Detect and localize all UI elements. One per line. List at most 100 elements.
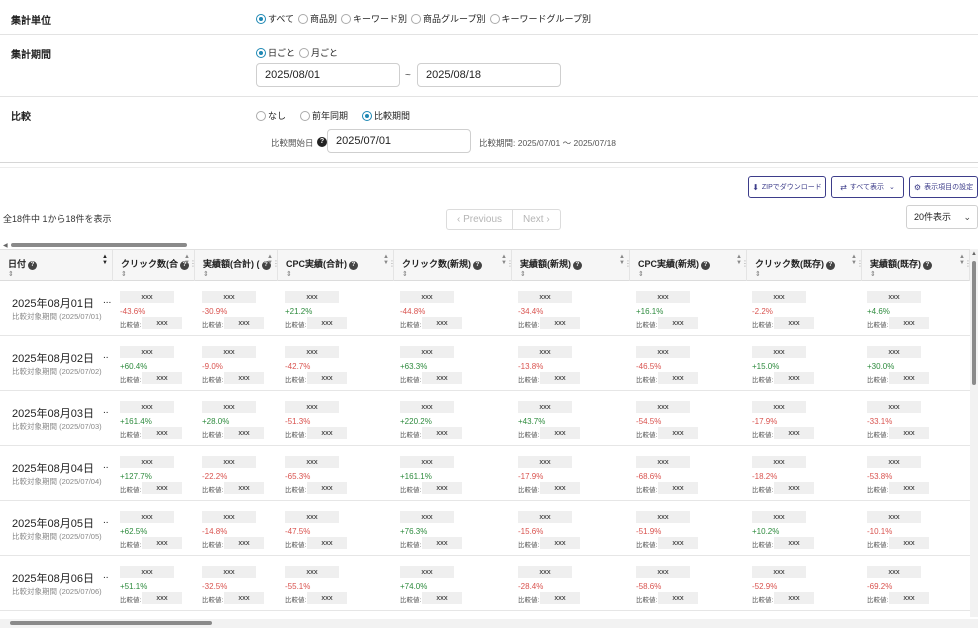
metric-cell: xxx -9.0% 比較値: xxx [202,336,275,391]
row-more[interactable]: .. [103,570,109,581]
column-header[interactable]: CPC実績(新規)? ⇕ ▲ ▼ ⋮ [630,250,749,281]
table-row: 2025年08月02日.. 比較対象期間 (2025/07/02) xxx +60.4… [0,336,970,391]
compare-value: xxx [889,592,929,604]
record-count: 全18件中 1から18件を表示 [3,214,112,224]
row-more[interactable]: .. [103,350,109,361]
change-percent: -47.5% [285,527,311,536]
column-header-label: クリック数(既存)? [755,257,835,270]
metric-cell: xxx -17.9% 比較値: xxx [752,391,857,446]
filter-icon[interactable]: ⇕ [638,270,644,278]
metric-cell: xxx -69.2% 比較値: xxx [867,556,965,611]
compare-radio-custom[interactable]: 比較期間 [362,109,410,122]
row-more[interactable]: .. [103,515,109,526]
zip-download-button[interactable]: ⬇ ZIPでダウンロード [748,176,826,198]
change-percent: -53.8% [867,472,893,481]
compare-value: xxx [658,482,698,494]
change-percent: +220.2% [400,417,432,426]
compare-label: 比較値: [202,377,224,384]
scrollbar-thumb[interactable] [972,261,976,385]
compare-radio-none[interactable]: なし [256,109,286,122]
help-icon[interactable]: ? [923,261,932,270]
column-header[interactable]: 実績額(合計) (? ⇕ ▲ ▼ ⋮ [195,250,280,281]
period-end-input[interactable]: 2025/08/18 [417,63,561,87]
compare-label: 比較値: [752,487,774,494]
help-icon[interactable]: ? [573,261,582,270]
filter-icon[interactable]: ⇕ [286,270,292,278]
horizontal-scrollbar-bottom[interactable] [0,619,978,628]
column-header[interactable]: 日付? ⇕ ▲ ▼ [0,250,113,281]
radio-icon [256,110,266,121]
filter-icon[interactable]: ⇕ [520,270,526,278]
metric-cell: xxx +161.4% 比較値: xxx [120,391,192,446]
column-header[interactable]: クリック数(新規)? ⇕ ▲ ▼ ⋮ [394,250,514,281]
scroll-left-icon[interactable]: ◀ [3,242,8,249]
column-header[interactable]: クリック数(既存)? ⇕ ▲ ▼ ⋮ [747,250,864,281]
compare-label: 比較値: [202,432,224,439]
metric-value: xxx [752,456,806,468]
metric-value: xxx [400,511,454,523]
period-start-input[interactable]: 2025/08/01 [256,63,400,87]
pagination: ‹ Previous Next › [446,209,561,230]
vertical-scrollbar[interactable]: ▲ [970,249,978,617]
compare-label: 比較値: [120,597,142,604]
prev-page-button[interactable]: ‹ Previous [447,210,512,229]
column-header[interactable]: クリック数(合? ⇕ ▲ ▼ ⋮ [113,250,197,281]
metric-value: xxx [400,291,454,303]
show-all-button[interactable]: ⇄ すべて表示 ⌄ [831,176,904,198]
compare-start-input[interactable]: 2025/07/01 [327,129,471,153]
unit-radio-product-group[interactable]: 商品グループ別 [411,12,486,25]
help-icon[interactable]: ? [826,261,835,270]
compare-value: xxx [540,482,580,494]
row-more[interactable]: .. [103,405,109,416]
metric-cell: xxx -58.6% 比較値: xxx [636,556,743,611]
filter-icon[interactable]: ⇕ [870,270,876,278]
sort-icon[interactable]: ▲ ▼ [102,254,108,266]
table-body: 2025年08月01日... 比較対象期間 (2025/07/01) xxx -43.… [0,281,970,616]
column-header[interactable]: 実績額(新規)? ⇕ ▲ ▼ ⋮ [512,250,632,281]
scrollbar-thumb[interactable] [10,621,212,625]
horizontal-scrollbar-top[interactable]: ◀ [0,240,978,249]
scroll-up-icon[interactable]: ▲ [971,251,977,257]
filter-icon[interactable]: ⇕ [402,270,408,278]
compare-label: 比較値: [400,322,422,329]
compare-value: xxx [774,427,814,439]
help-icon[interactable]: ? [701,261,710,270]
column-header[interactable]: 実績額(既存)? ⇕ ▲ ▼ ⋮ [862,250,972,281]
metric-value: xxx [867,401,921,413]
change-percent: -51.9% [636,527,662,536]
filter-icon[interactable]: ⇕ [121,270,127,278]
unit-radio-product[interactable]: 商品別 [298,12,337,25]
row-more[interactable]: .. [103,460,109,471]
chevron-down-icon: ⌄ [889,184,895,191]
help-icon[interactable]: ? [317,137,327,147]
column-header[interactable]: CPC実績(合計)? ⇕ ▲ ▼ ⋮ [278,250,396,281]
period-radio-daily[interactable]: 日ごと [256,46,295,59]
row-more[interactable]: ... [103,295,111,306]
unit-radio-keyword-group[interactable]: キーワードグループ別 [489,12,591,25]
compare-label: 比較値: [752,432,774,439]
next-page-button[interactable]: Next › [512,210,560,229]
compare-label: 比較値: [752,597,774,604]
filter-icon[interactable]: ⇕ [755,270,761,278]
column-header-label: 実績額(既存)? [870,257,932,270]
scrollbar-thumb[interactable] [11,243,187,247]
period-radio-monthly[interactable]: 月ごと [299,46,338,59]
filter-icon[interactable]: ⇕ [203,270,209,278]
row-date: 2025年08月06日 [12,573,94,585]
metric-cell: xxx +10.2% 比較値: xxx [752,501,857,556]
filter-icon[interactable]: ⇕ [8,270,14,278]
compare-label: 比較値: [752,542,774,549]
help-icon[interactable]: ? [349,261,358,270]
compare-value: xxx [224,427,264,439]
help-icon[interactable]: ? [28,261,38,270]
metric-value: xxx [518,401,572,413]
unit-radio-all[interactable]: すべて [256,12,294,25]
column-settings-button[interactable]: ⚙ 表示項目の設定 [909,176,978,198]
compare-label: 比較値: [867,377,889,384]
compare-radio-last-year[interactable]: 前年同期 [300,109,348,122]
metric-cell: xxx +51.1% 比較値: xxx [120,556,192,611]
help-icon[interactable]: ? [473,261,482,270]
change-percent: -22.2% [202,472,228,481]
unit-radio-keyword[interactable]: キーワード別 [341,12,407,25]
per-page-select[interactable]: 20件表示 ⌄ [906,205,978,229]
